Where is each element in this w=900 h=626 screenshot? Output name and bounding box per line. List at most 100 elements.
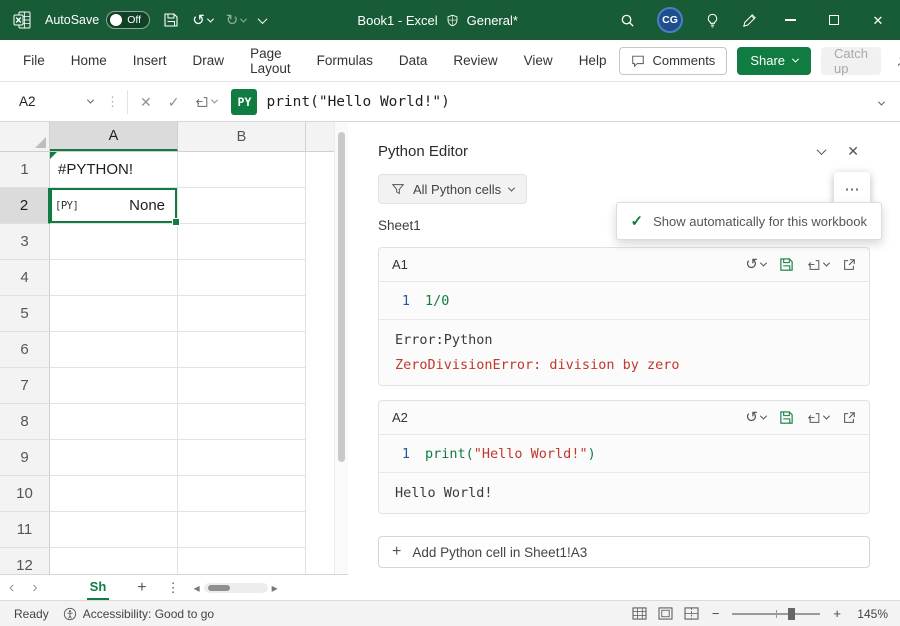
sheet-tab-sheet1[interactable]: Sh xyxy=(86,575,110,600)
sensitivity-label[interactable]: General* xyxy=(467,13,518,28)
scrollbar-thumb[interactable] xyxy=(338,132,345,462)
zoom-slider[interactable] xyxy=(732,607,821,620)
cell-A7[interactable] xyxy=(50,368,178,404)
lightbulb-icon[interactable] xyxy=(694,0,731,40)
catch-up-button[interactable]: Catch up xyxy=(821,46,881,76)
cancel-icon[interactable]: ✕ xyxy=(132,95,160,109)
cell-B11[interactable] xyxy=(178,512,306,548)
zoom-slider-knob[interactable] xyxy=(788,607,796,620)
expand-editor-icon[interactable] xyxy=(842,411,856,425)
horizontal-scrollbar[interactable]: ◂ ▸ xyxy=(194,582,278,594)
expand-editor-icon[interactable] xyxy=(842,258,856,272)
cell-B4[interactable] xyxy=(178,260,306,296)
select-all-corner[interactable] xyxy=(0,122,50,151)
row-header-1[interactable]: 1 xyxy=(0,152,50,188)
row-header-4[interactable]: 4 xyxy=(0,260,50,296)
cell-B2[interactable] xyxy=(178,188,306,224)
tab-home[interactable]: Home xyxy=(58,40,120,82)
autosave-toggle[interactable]: Off xyxy=(106,11,151,29)
column-header-B[interactable]: B xyxy=(178,122,306,151)
row-header-12[interactable]: 12 xyxy=(0,548,50,574)
insert-code-dropdown[interactable] xyxy=(187,95,225,109)
cell-B1[interactable] xyxy=(178,152,306,188)
account-avatar[interactable]: CG xyxy=(646,0,694,40)
pen-icon[interactable] xyxy=(731,0,768,40)
close-button[interactable]: ✕ xyxy=(856,0,900,40)
cell-A9[interactable] xyxy=(50,440,178,476)
tab-data[interactable]: Data xyxy=(386,40,441,82)
row-header-11[interactable]: 11 xyxy=(0,512,50,548)
previous-sheet-icon[interactable]: ‹ xyxy=(0,579,23,596)
tab-formulas[interactable]: Formulas xyxy=(304,40,386,82)
python-cells-filter[interactable]: All Python cells xyxy=(378,174,528,204)
row-header-7[interactable]: 7 xyxy=(0,368,50,404)
minimize-button[interactable] xyxy=(768,0,812,40)
enter-icon[interactable]: ✓ xyxy=(160,95,188,109)
formula-input[interactable]: print("Hello World!") xyxy=(266,94,449,110)
cell-A12[interactable] xyxy=(50,548,178,574)
maximize-button[interactable] xyxy=(812,0,856,40)
cell-B9[interactable] xyxy=(178,440,306,476)
save-icon[interactable] xyxy=(779,257,794,272)
cell-A8[interactable] xyxy=(50,404,178,440)
row-header-2[interactable]: 2 xyxy=(0,188,50,224)
next-sheet-icon[interactable]: › xyxy=(23,579,46,596)
code-editor-line[interactable]: 1 print("Hello World!") xyxy=(379,435,869,473)
scroll-right-icon[interactable]: ▸ xyxy=(272,582,278,594)
insert-code-dropdown[interactable] xyxy=(807,411,831,425)
name-box[interactable]: A2 xyxy=(10,89,102,115)
expand-formula-bar-icon[interactable] xyxy=(877,93,886,111)
redo-button[interactable]: ↻ xyxy=(226,13,248,28)
code-editor-line[interactable]: 1 1/0 xyxy=(379,282,869,320)
page-break-view-icon[interactable] xyxy=(684,607,699,620)
normal-view-icon[interactable] xyxy=(632,607,647,620)
accessibility-status[interactable]: Accessibility: Good to go xyxy=(63,607,214,621)
cell-B10[interactable] xyxy=(178,476,306,512)
save-icon[interactable] xyxy=(779,410,794,425)
tab-file[interactable]: File xyxy=(10,40,58,82)
row-header-3[interactable]: 3 xyxy=(0,224,50,260)
autosave-control[interactable]: AutoSave Off xyxy=(45,11,151,29)
undo-button[interactable]: ↺ xyxy=(745,410,768,425)
add-sheet-icon[interactable]: + xyxy=(137,579,146,596)
cell-A5[interactable] xyxy=(50,296,178,332)
cell-A3[interactable] xyxy=(50,224,178,260)
people-icon[interactable] xyxy=(891,53,900,69)
share-button[interactable]: Share xyxy=(737,46,812,75)
quick-access-chevron-icon[interactable] xyxy=(257,13,268,24)
cell-B6[interactable] xyxy=(178,332,306,368)
cell-A10[interactable] xyxy=(50,476,178,512)
cell-A1[interactable]: #PYTHON! xyxy=(50,152,178,188)
tab-review[interactable]: Review xyxy=(440,40,510,82)
tab-insert[interactable]: Insert xyxy=(120,40,180,82)
cell-A2[interactable]: [PY] None xyxy=(50,188,180,226)
save-icon[interactable] xyxy=(163,12,179,28)
row-header-9[interactable]: 9 xyxy=(0,440,50,476)
cell-B8[interactable] xyxy=(178,404,306,440)
cell-A11[interactable] xyxy=(50,512,178,548)
undo-button[interactable]: ↺ xyxy=(192,13,214,28)
sheet-options-icon[interactable]: ⋮ xyxy=(167,581,180,594)
cell-B7[interactable] xyxy=(178,368,306,404)
cell-B3[interactable] xyxy=(178,224,306,260)
row-header-8[interactable]: 8 xyxy=(0,404,50,440)
undo-button[interactable]: ↺ xyxy=(745,257,768,272)
add-python-cell-button[interactable]: + Add Python cell in Sheet1!A3 xyxy=(378,536,870,568)
cell-A4[interactable] xyxy=(50,260,178,296)
scroll-left-icon[interactable]: ◂ xyxy=(194,582,200,594)
zoom-level[interactable]: 145% xyxy=(854,607,888,621)
close-panel-icon[interactable]: ✕ xyxy=(836,140,870,162)
insert-code-dropdown[interactable] xyxy=(807,258,831,272)
cell-B5[interactable] xyxy=(178,296,306,332)
row-header-10[interactable]: 10 xyxy=(0,476,50,512)
horizontal-scroll-thumb[interactable] xyxy=(207,584,230,591)
zoom-out-icon[interactable]: − xyxy=(710,607,722,620)
tab-help[interactable]: Help xyxy=(566,40,620,82)
vertical-scrollbar[interactable] xyxy=(334,122,348,574)
zoom-in-icon[interactable]: + xyxy=(831,607,843,620)
cell-A6[interactable] xyxy=(50,332,178,368)
cell-B12[interactable] xyxy=(178,548,306,574)
panel-overflow-button[interactable]: ⋯ xyxy=(834,172,870,206)
column-header-A[interactable]: A xyxy=(50,122,178,151)
horizontal-scroll-track[interactable] xyxy=(203,582,268,593)
